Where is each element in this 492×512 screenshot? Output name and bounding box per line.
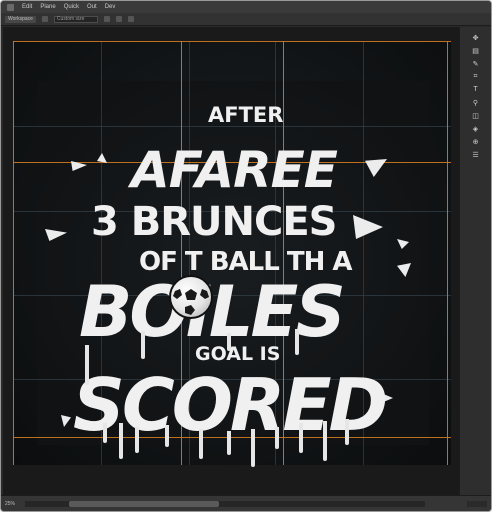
paint-drip (299, 423, 303, 453)
artwork-text-brunces: 3 BRUNCES (91, 199, 337, 245)
paint-drip (275, 427, 279, 449)
menu-item-out[interactable]: Out (87, 4, 97, 10)
horizontal-scrollbar[interactable] (25, 501, 425, 507)
brush-icon[interactable]: ✎ (471, 59, 480, 68)
workspace-preset-button[interactable]: Workspace (5, 15, 36, 23)
status-bar: 25% (1, 495, 491, 511)
hand-icon[interactable]: ☰ (471, 150, 480, 159)
menu-item-quick[interactable]: Quick (64, 4, 79, 10)
scroll-corner (467, 501, 487, 507)
snap-icon[interactable] (127, 16, 134, 22)
guide-vertical[interactable] (13, 41, 14, 465)
guide-horizontal[interactable] (13, 41, 451, 42)
right-toolbar: ✥ ▤ ✎ ⌗ T ⚲ ◫ ◈ ⊕ ☰ (459, 27, 491, 497)
paint-drip (103, 423, 107, 443)
soccer-ball-icon (169, 275, 213, 319)
artwork-text-after: AFTER (208, 103, 284, 127)
canvas-area[interactable]: AFTER AFAREE 3 BRUNCES OF T BALL TH A BO… (3, 27, 459, 497)
zoom-level[interactable]: 25% (5, 501, 21, 507)
app-window: Edit Plane Quick Out Dev Workspace Custo… (0, 0, 492, 512)
guide-vertical[interactable] (447, 41, 448, 465)
eraser-icon[interactable]: ◫ (471, 111, 480, 120)
paint-drip (345, 419, 349, 445)
paint-drip (295, 329, 299, 355)
grid-icon[interactable] (115, 16, 122, 22)
workspace-preset-label: Workspace (8, 16, 33, 22)
crop-icon[interactable]: ⌗ (471, 72, 480, 81)
zoom-icon[interactable]: ⊕ (471, 137, 480, 146)
paint-drip (135, 427, 139, 453)
text-icon[interactable]: T (471, 85, 480, 94)
paint-drip (199, 429, 203, 459)
options-bar: Workspace Custom size (1, 13, 491, 26)
settings-icon[interactable] (103, 16, 110, 22)
paint-drip (323, 421, 327, 461)
menu-item-plane[interactable]: Plane (40, 4, 55, 10)
menu-item-dev[interactable]: Dev (105, 4, 116, 10)
artwork-text-afaree: AFAREE (131, 141, 338, 199)
eyedropper-icon[interactable]: ⚲ (471, 98, 480, 107)
artwork-canvas[interactable]: AFTER AFAREE 3 BRUNCES OF T BALL TH A BO… (13, 41, 451, 467)
paint-drip (227, 333, 231, 351)
menu-item-edit[interactable]: Edit (22, 4, 32, 10)
layers-icon[interactable]: ▤ (471, 46, 480, 55)
paint-drip (251, 429, 255, 467)
app-logo-icon (7, 3, 14, 11)
menu-bar: Edit Plane Quick Out Dev (1, 1, 491, 13)
fill-icon[interactable]: ◈ (471, 124, 480, 133)
size-field[interactable]: Custom size (53, 15, 98, 23)
paint-drip (85, 345, 89, 385)
artwork-text-goal: GOAL IS (195, 343, 281, 365)
scrollbar-thumb[interactable] (69, 501, 219, 507)
tool-option-icon[interactable] (41, 16, 48, 22)
paint-drip (165, 425, 169, 447)
paint-drip (227, 431, 231, 455)
paint-drip (141, 331, 145, 359)
move-icon[interactable]: ✥ (471, 33, 480, 42)
paint-drip (119, 423, 123, 459)
